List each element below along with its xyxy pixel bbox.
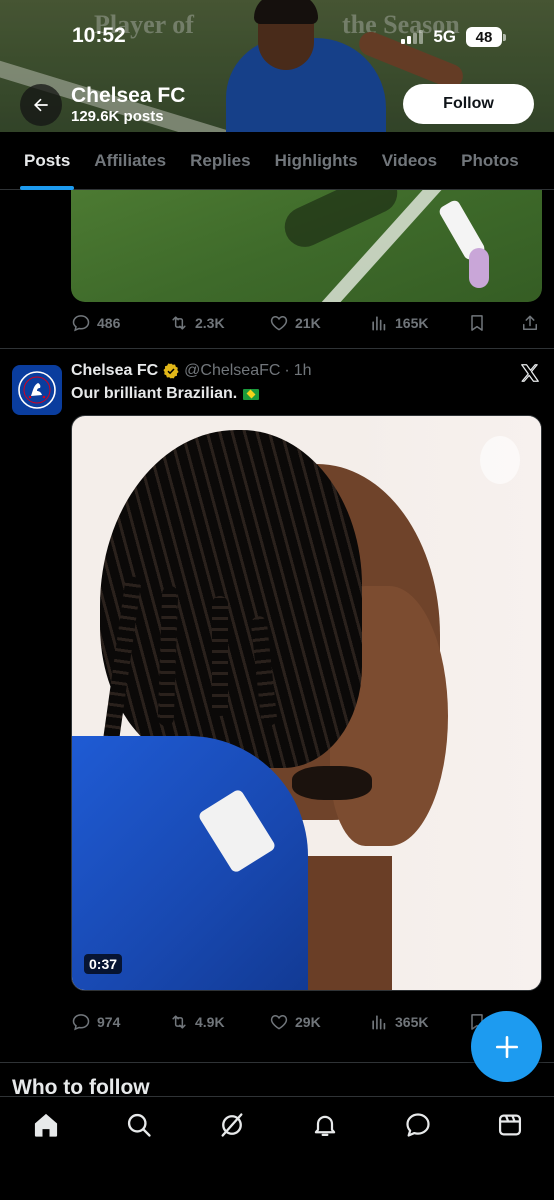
profile-tabs: Posts Affiliates Replies Highlights Vide… (0, 132, 554, 190)
communities-icon (498, 1114, 522, 1136)
nav-search[interactable] (125, 1111, 153, 1139)
follow-button[interactable]: Follow (403, 84, 534, 124)
brazil-flag-icon (243, 388, 260, 400)
watermark-crest (480, 436, 520, 484)
x-logo-icon[interactable] (519, 362, 541, 384)
heart-icon (270, 1014, 288, 1030)
nav-messages[interactable] (404, 1111, 432, 1139)
post2-action-bar: 974 4.9K 29K 365K (71, 1009, 542, 1035)
post2-text: Our brilliant Brazilian. (71, 385, 260, 403)
tab-videos[interactable]: Videos (382, 132, 437, 190)
post1-repost-button[interactable]: 2.3K (169, 313, 225, 333)
post1-share-button[interactable] (520, 313, 540, 333)
bell-icon (314, 1115, 336, 1137)
post1-media[interactable] (71, 190, 542, 302)
battery-level: 48 (466, 27, 502, 47)
search-icon (127, 1113, 151, 1137)
post2-text-content: Our brilliant Brazilian. (71, 385, 238, 402)
post1-action-bar: 486 2.3K 21K 165K (71, 310, 542, 336)
status-indicators: 5G 48 (401, 27, 506, 47)
post1-views-button[interactable]: 165K (369, 313, 428, 333)
profile-post-count: 129.6K posts (71, 108, 164, 125)
post2-views-button[interactable]: 365K (369, 1012, 428, 1032)
repost-icon (172, 1015, 186, 1029)
bar-chart-icon (372, 316, 386, 331)
heart-icon (270, 315, 288, 331)
home-icon (34, 1113, 58, 1137)
post1-reply-button[interactable]: 486 (71, 313, 120, 333)
post2-like-count: 29K (295, 1014, 321, 1030)
status-time: 10:52 (72, 24, 126, 47)
section-divider (0, 1062, 554, 1063)
post2-reply-button[interactable]: 974 (71, 1012, 120, 1032)
post-divider (0, 348, 554, 349)
tab-affiliates[interactable]: Affiliates (94, 132, 166, 190)
post2-view-count: 365K (395, 1014, 429, 1030)
grok-icon (221, 1113, 243, 1137)
post2-repost-button[interactable]: 4.9K (169, 1012, 225, 1032)
post2-handle[interactable]: @ChelseaFC (184, 362, 280, 380)
tab-posts[interactable]: Posts (19, 132, 75, 190)
post1-reply-count: 486 (97, 315, 121, 331)
post2-repost-count: 4.9K (195, 1014, 225, 1030)
verified-badge-icon (163, 363, 179, 379)
post2-timestamp[interactable]: 1h (294, 362, 312, 380)
share-icon (523, 315, 537, 330)
post2-header: Chelsea FC @ChelseaFC · 1h (71, 362, 312, 380)
post2-reply-count: 974 (97, 1014, 121, 1030)
post1-view-count: 165K (395, 315, 429, 331)
back-button[interactable] (20, 84, 62, 126)
video-duration-badge: 0:37 (84, 954, 123, 974)
profile-name: Chelsea FC (71, 84, 186, 107)
repost-icon (172, 316, 186, 330)
post1-repost-count: 2.3K (195, 315, 225, 331)
signal-icon (401, 30, 424, 44)
network-label: 5G (433, 27, 456, 46)
bar-chart-icon (372, 1015, 386, 1030)
compose-post-button[interactable] (471, 1011, 542, 1082)
nav-grok[interactable] (218, 1111, 246, 1139)
post2-like-button[interactable]: 29K (269, 1012, 321, 1032)
tab-highlights[interactable]: Highlights (275, 132, 358, 190)
chelsea-crest-icon (18, 371, 56, 409)
arrow-left-icon (34, 98, 48, 112)
plus-icon (495, 1035, 518, 1058)
post1-bookmark-button[interactable] (467, 313, 487, 333)
tab-photos[interactable]: Photos (461, 132, 519, 190)
chat-bubble-icon (72, 1014, 90, 1031)
post2-separator: · (284, 362, 290, 379)
nav-notifications[interactable] (311, 1111, 339, 1139)
chelsea-avatar[interactable] (12, 365, 62, 415)
chat-bubble-icon (72, 315, 90, 332)
tab-replies[interactable]: Replies (190, 132, 250, 190)
post2-author[interactable]: Chelsea FC (71, 362, 158, 380)
nav-home[interactable] (32, 1111, 60, 1139)
bookmark-icon (471, 315, 483, 331)
battery-icon: 48 (466, 27, 506, 47)
post2-video[interactable]: 0:37 (71, 415, 542, 991)
bottom-navigation (0, 1096, 554, 1200)
post1-like-button[interactable]: 21K (269, 313, 321, 333)
message-icon (406, 1113, 430, 1137)
nav-communities[interactable] (496, 1111, 524, 1139)
post1-like-count: 21K (295, 315, 321, 331)
